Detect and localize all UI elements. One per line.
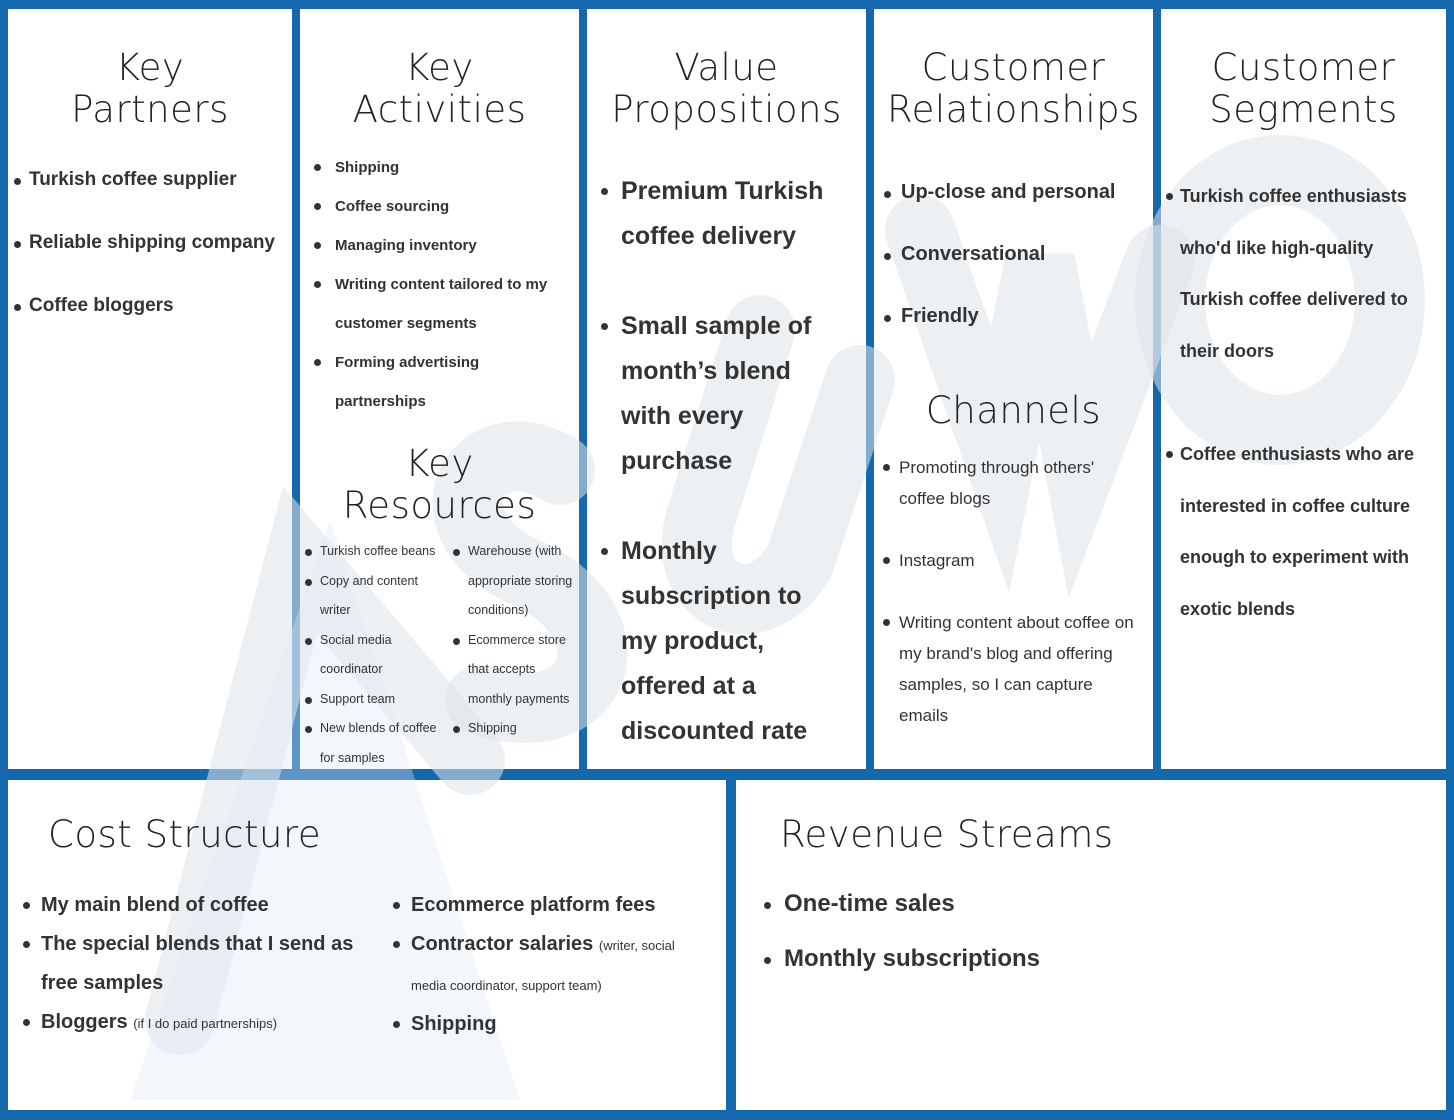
- list-item: Copy and content writer: [300, 567, 448, 626]
- bullet-icon: [393, 902, 400, 909]
- list-item: New blends of coffee for samples: [300, 714, 448, 769]
- list-item: Friendly: [874, 305, 1153, 328]
- customer-relationships-title: Customer Relationships: [887, 46, 1140, 131]
- list-item: My main blend of coffee: [8, 886, 393, 925]
- list-item: The special blends that I send as free s…: [8, 925, 393, 1003]
- value-propositions-box: Value Propositions Premium Turkish coffe…: [587, 9, 866, 769]
- list-item: Up-close and personal: [874, 181, 1153, 204]
- bullet-icon: [883, 464, 890, 471]
- bullet-icon: [23, 902, 30, 909]
- bullet-icon: [601, 323, 608, 330]
- bullet-icon: [23, 1019, 30, 1026]
- bullet-icon: [314, 281, 321, 288]
- customer-relationships-list: Up-close and personal Conversational Fri…: [874, 181, 1153, 328]
- bullet-icon: [314, 242, 321, 249]
- list-item: Shipping: [300, 148, 579, 187]
- revenue-streams-title: Revenue Streams: [780, 813, 1114, 856]
- revenue-streams-list: One-time sales Monthly subscriptions: [736, 890, 1446, 973]
- bullet-icon: [764, 902, 771, 909]
- bullet-icon: [305, 696, 312, 704]
- value-propositions-title: Value Propositions: [611, 46, 842, 131]
- key-resources-title: Key Resources: [342, 442, 537, 527]
- list-item: Ecommerce store that accepts monthly pay…: [448, 626, 573, 715]
- list-item: Managing inventory: [300, 226, 579, 265]
- list-item: Turkish coffee enthusiasts who'd like hi…: [1161, 171, 1446, 377]
- bullet-icon: [14, 304, 21, 311]
- bullet-icon: [23, 941, 30, 948]
- key-activities-title: Key Activities: [352, 46, 527, 131]
- customer-segments-list: Turkish coffee enthusiasts who'd like hi…: [1161, 171, 1446, 635]
- key-partners-list: Turkish coffee supplier Reliable shippin…: [8, 169, 292, 317]
- list-item: Writing content about coffee on my brand…: [874, 607, 1153, 731]
- bullet-icon: [305, 637, 312, 645]
- list-item: Coffee bloggers: [8, 295, 292, 317]
- channels-title: Channels: [925, 389, 1102, 432]
- value-propositions-list: Premium Turkish coffee delivery Small sa…: [587, 169, 866, 754]
- bullet-icon: [884, 253, 891, 260]
- list-item: Coffee sourcing: [300, 187, 579, 226]
- revenue-streams-box: Revenue Streams One-time sales Monthly s…: [736, 780, 1446, 1110]
- list-item: Monthly subscription to my product, offe…: [587, 529, 866, 754]
- list-item: Support team: [300, 685, 448, 715]
- customer-relationships-box: Customer Relationships Up-close and pers…: [874, 9, 1153, 769]
- cost-structure-column-1: My main blend of coffee The special blen…: [8, 886, 393, 1044]
- customer-segments-box: Customer Segments Turkish coffee enthusi…: [1161, 9, 1446, 769]
- bullet-icon: [314, 359, 321, 366]
- bullet-icon: [453, 726, 460, 733]
- bullet-icon: [884, 191, 891, 198]
- list-item: Bloggers (if I do paid partnerships): [8, 1003, 393, 1043]
- list-item: Instagram: [874, 545, 1153, 576]
- bullet-icon: [305, 578, 312, 586]
- bullet-icon: [453, 549, 460, 556]
- bullet-icon: [393, 1021, 400, 1028]
- list-item: Reliable shipping company: [8, 232, 292, 254]
- cost-structure-box: Cost Structure My main blend of coffee T…: [8, 780, 726, 1110]
- bullet-icon: [764, 957, 771, 964]
- bullet-icon: [14, 178, 21, 185]
- key-partners-title: Key Partners: [71, 46, 229, 131]
- list-item: Turkish coffee supplier: [8, 169, 292, 191]
- bullet-icon: [393, 941, 400, 948]
- bullet-icon: [884, 315, 891, 322]
- key-resources-column-1: Turkish coffee beans Copy and content wr…: [300, 537, 448, 769]
- list-item: Shipping: [448, 714, 573, 744]
- key-partners-box: Key Partners Turkish coffee supplier Rel…: [8, 9, 292, 769]
- cost-structure-columns: My main blend of coffee The special blen…: [8, 886, 726, 1044]
- bullet-icon: [601, 188, 608, 195]
- bullet-icon: [314, 164, 321, 171]
- list-item: Small sample of month’s blend with every…: [587, 304, 866, 484]
- list-item: Writing content tailored to my customer …: [300, 265, 579, 343]
- list-item: Promoting through others' coffee blogs: [874, 452, 1153, 514]
- bullet-icon: [883, 557, 890, 564]
- bullet-icon: [305, 549, 312, 556]
- list-item: Shipping: [393, 1005, 703, 1044]
- bullet-icon: [883, 619, 890, 626]
- bullet-icon: [305, 726, 312, 733]
- list-item: Conversational: [874, 243, 1153, 266]
- list-item: Forming advertising partnerships: [300, 343, 579, 421]
- list-item: Warehouse (with appropriate storing cond…: [448, 537, 573, 626]
- list-item: Social media coordinator: [300, 626, 448, 685]
- bullet-icon: [1166, 451, 1173, 458]
- bullet-icon: [1166, 193, 1173, 200]
- list-item: Turkish coffee beans: [300, 537, 448, 567]
- key-activities-box: Key Activities Shipping Coffee sourcing …: [300, 9, 579, 769]
- channels-list: Promoting through others' coffee blogs I…: [874, 452, 1153, 731]
- bullet-icon: [453, 637, 460, 645]
- cost-structure-column-2: Ecommerce platform fees Contractor salar…: [393, 886, 703, 1044]
- list-item: Coffee enthusiasts who are interested in…: [1161, 429, 1446, 635]
- bullet-icon: [314, 203, 321, 210]
- list-item: Contractor salaries (writer, social medi…: [393, 925, 703, 1005]
- list-item: Premium Turkish coffee delivery: [587, 169, 866, 259]
- bullet-icon: [14, 241, 21, 248]
- list-item: Monthly subscriptions: [736, 945, 1446, 973]
- bullet-icon: [601, 548, 608, 555]
- key-resources-column-2: Warehouse (with appropriate storing cond…: [448, 537, 573, 769]
- customer-segments-title: Customer Segments: [1209, 46, 1398, 131]
- key-resources-columns: Turkish coffee beans Copy and content wr…: [300, 537, 579, 769]
- key-activities-list: Shipping Coffee sourcing Managing invent…: [300, 148, 579, 421]
- list-item: Ecommerce platform fees: [393, 886, 703, 925]
- cost-structure-title: Cost Structure: [48, 813, 322, 856]
- list-item: One-time sales: [736, 890, 1446, 918]
